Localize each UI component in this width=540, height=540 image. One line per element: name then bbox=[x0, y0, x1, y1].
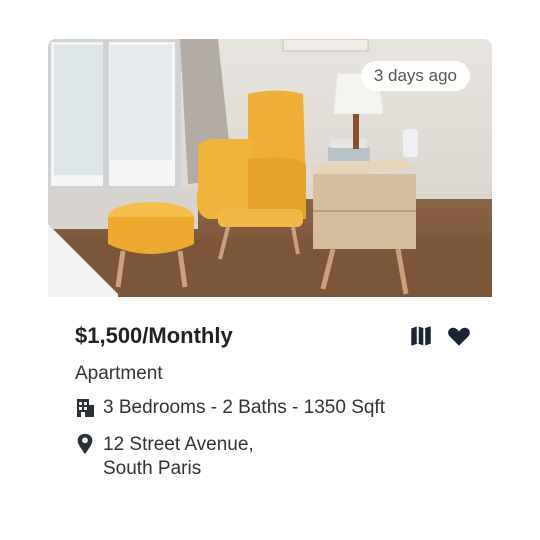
specs-text: 3 Bedrooms - 2 Baths - 1350 Sqft bbox=[103, 397, 385, 418]
listing-card[interactable]: 3 days ago $1,500/Monthly Apartment 3 Be… bbox=[48, 39, 492, 479]
address-line-1: 12 Street Avenue, bbox=[103, 434, 254, 455]
property-address: 12 Street Avenue, South Paris bbox=[75, 433, 254, 481]
address-line-2: South Paris bbox=[103, 458, 202, 479]
price-label: $1,500/Monthly bbox=[75, 323, 233, 348]
property-specs: 3 Bedrooms - 2 Baths - 1350 Sqft bbox=[75, 397, 385, 419]
time-posted-badge: 3 days ago bbox=[360, 61, 470, 91]
heart-icon[interactable] bbox=[446, 323, 472, 349]
property-type: Apartment bbox=[75, 363, 163, 384]
building-icon bbox=[77, 399, 94, 417]
action-icons bbox=[408, 323, 472, 349]
listing-photo[interactable]: 3 days ago bbox=[48, 39, 492, 297]
location-pin-icon bbox=[77, 433, 93, 455]
map-icon[interactable] bbox=[408, 323, 434, 349]
listing-info: $1,500/Monthly Apartment 3 Bedrooms - 2 … bbox=[48, 297, 492, 479]
